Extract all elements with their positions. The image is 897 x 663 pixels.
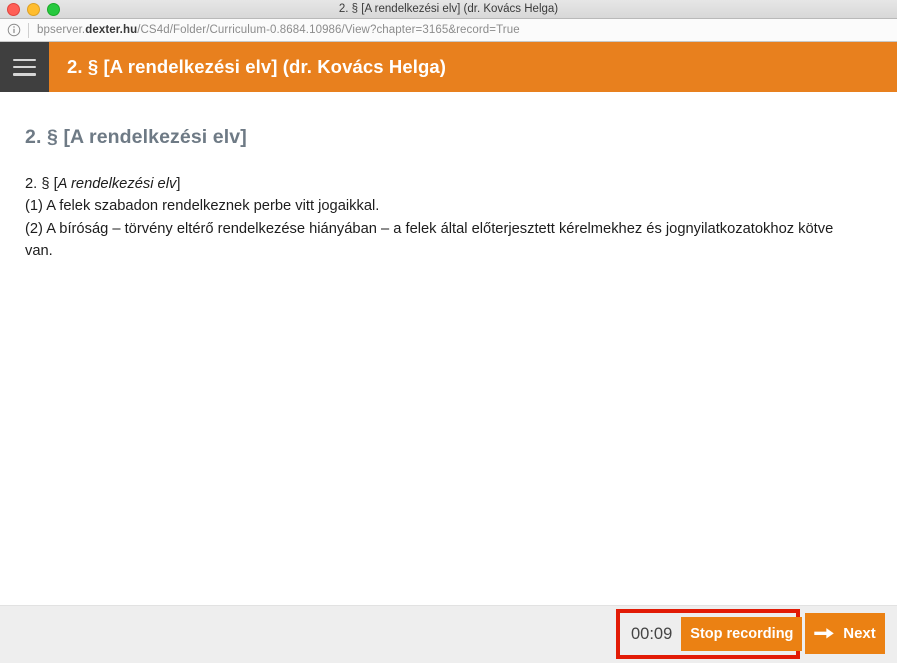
line-prefix: 2. § [ xyxy=(25,176,58,192)
maximize-window-button[interactable] xyxy=(47,2,60,16)
paragraph-line-0: 2. § [A rendelkezési elv] xyxy=(25,173,865,195)
hamburger-menu-icon xyxy=(13,58,36,76)
hamburger-menu-button[interactable] xyxy=(0,42,49,92)
close-window-button[interactable] xyxy=(7,2,20,16)
minimize-window-button[interactable] xyxy=(27,2,40,16)
url-suffix: /CS4d/Folder/Curriculum-0.8684.10986/Vie… xyxy=(137,24,520,36)
recording-timer: 00:09 xyxy=(631,624,673,643)
urlbar-divider xyxy=(28,22,29,38)
next-button-label: Next xyxy=(843,625,876,642)
lesson-content: 2. § [A rendelkezési elv] 2. § [A rendel… xyxy=(0,92,897,548)
paragraph-line-2: (2) A bíróság – törvény eltérő rendelkez… xyxy=(25,220,834,260)
traffic-light-controls xyxy=(7,0,60,18)
arrow-right-icon xyxy=(814,628,835,639)
window-titlebar: 2. § [A rendelkezési elv] (dr. Kovács He… xyxy=(0,0,897,19)
line-suffix: ] xyxy=(176,176,181,192)
browser-window: 2. § [A rendelkezési elv] (dr. Kovács He… xyxy=(0,0,897,663)
url-domain: dexter.hu xyxy=(85,24,138,36)
url-text[interactable]: bpserver.dexter.hu/CS4d/Folder/Curriculu… xyxy=(37,24,520,36)
window-title: 2. § [A rendelkezési elv] (dr. Kovács He… xyxy=(338,3,559,15)
paragraph-line-1: (1) A felek szabadon rendelkeznek perbe … xyxy=(25,198,380,215)
chapter-heading: 2. § [A rendelkezési elv] xyxy=(25,126,247,148)
info-circle-icon[interactable] xyxy=(7,23,21,37)
lesson-body-text: 2. § [A rendelkezési elv] (1) A felek sz… xyxy=(25,173,865,262)
line-italic: A rendelkezési elv xyxy=(57,176,177,192)
app-header-title: 2. § [A rendelkezési elv] (dr. Kovács He… xyxy=(67,56,447,77)
stop-recording-button[interactable]: Stop recording xyxy=(681,617,803,651)
url-prefix: bpserver. xyxy=(37,24,86,36)
next-button[interactable]: Next xyxy=(805,613,885,654)
lesson-footer: 00:09 Stop recording Next xyxy=(0,605,897,663)
browser-urlbar[interactable]: bpserver.dexter.hu/CS4d/Folder/Curriculu… xyxy=(0,19,897,42)
recording-controls-highlight: 00:09 Stop recording xyxy=(616,609,803,659)
app-header: 2. § [A rendelkezési elv] (dr. Kovács He… xyxy=(0,42,897,92)
